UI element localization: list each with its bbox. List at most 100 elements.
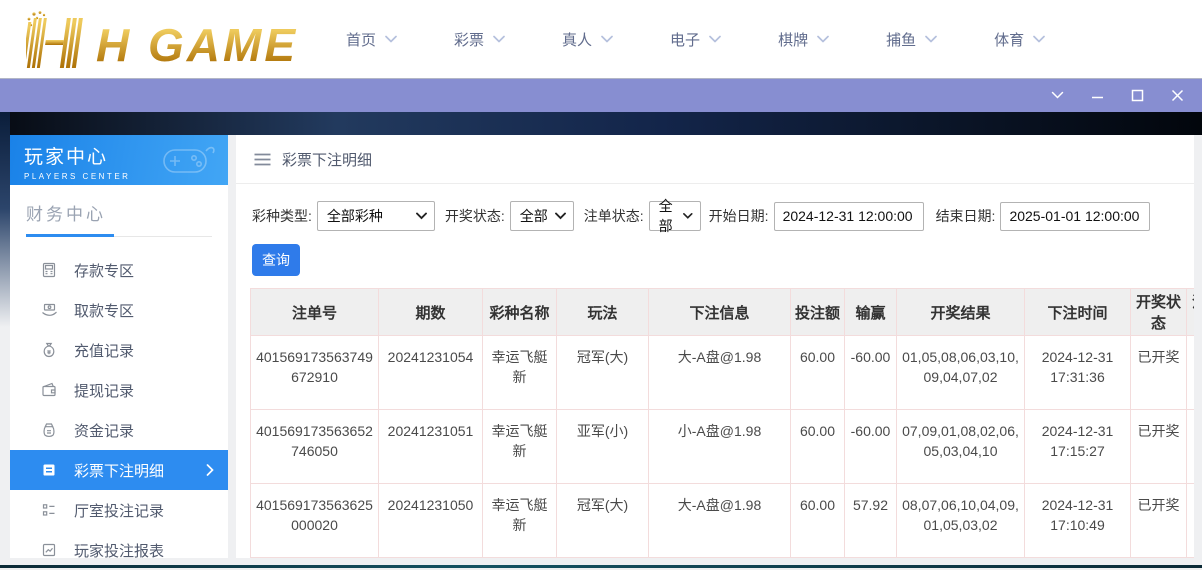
- funds-record-icon: [40, 422, 58, 438]
- withdraw-icon: [40, 302, 58, 318]
- table-row-3: 40156917356362500002020241231050幸运飞艇新冠军(…: [251, 484, 1195, 558]
- workspace: 玩家中心 PLAYERS CENTER 财务中心 存款专区取款专区充值记录提现记…: [0, 112, 1202, 568]
- chevron-down-icon: [817, 35, 829, 43]
- breadcrumb: 彩票下注明细: [236, 135, 1194, 184]
- chevron-down-icon: [709, 35, 721, 43]
- column-header-bet-amount: 投注额: [791, 289, 845, 336]
- top-header: H GAME 首页 彩票 真人 电子 棋牌 捕鱼 体育: [0, 0, 1202, 78]
- sidebar-item-3[interactable]: 充值记录: [10, 330, 228, 370]
- cell-lottery-name: 幸运飞艇新: [483, 336, 557, 410]
- sidebar-menu: 存款专区取款专区充值记录提现记录资金记录彩票下注明细厅室投注记录玩家投注报表: [10, 250, 228, 570]
- lottery-type-label: 彩种类型:: [252, 206, 312, 226]
- draw-status-value: 全部: [520, 206, 548, 226]
- brand-logo[interactable]: H GAME: [26, 10, 298, 68]
- chevron-down-icon: [683, 212, 693, 220]
- cell-win-loss: 57.92: [845, 484, 897, 558]
- titlebar-collapse-button[interactable]: [1051, 91, 1064, 100]
- nav-item-label: 彩票: [454, 29, 484, 50]
- nav-item-3[interactable]: 真人: [562, 29, 613, 50]
- sidebar-header: 玩家中心 PLAYERS CENTER: [10, 135, 228, 185]
- window-titlebar: [0, 78, 1202, 112]
- deposit-icon: [40, 262, 58, 278]
- table-body: 40156917356374967291020241231054幸运飞艇新冠军(…: [251, 336, 1195, 558]
- window-left-edge: [0, 112, 10, 327]
- column-header-bet-no: 注单号: [251, 289, 379, 336]
- bet-table: 注单号期数彩种名称玩法下注信息投注额输赢开奖结果下注时间开奖状态注单状态 401…: [250, 288, 1194, 558]
- query-button[interactable]: 查询: [252, 244, 300, 276]
- cell-bet-amount: 60.00: [791, 410, 845, 484]
- filter-bar: 彩种类型: 全部彩种 开奖状态: 全部 注单状态: 全部 开始日期: 结束日期:: [236, 184, 1194, 231]
- cell-bet-time: 2024-12-31 17:10:49: [1025, 484, 1131, 558]
- chevron-down-icon: [555, 212, 566, 220]
- cell-bet-info: 大-A盘@1.98: [649, 336, 791, 410]
- cell-bet-no: 401569173563625000020: [251, 484, 379, 558]
- start-date-input[interactable]: [774, 202, 924, 231]
- table-row-2: 40156917356365274605020241231051幸运飞艇新亚军(…: [251, 410, 1195, 484]
- lottery-type-select[interactable]: 全部彩种: [317, 201, 435, 231]
- column-header-period: 期数: [379, 289, 483, 336]
- cell-play-type: 冠军(大): [557, 484, 649, 558]
- nav-item-7[interactable]: 体育: [994, 29, 1045, 50]
- cell-period: 20241231054: [379, 336, 483, 410]
- cell-bet-time: 2024-12-31 17:15:27: [1025, 410, 1131, 484]
- sidebar-item-8[interactable]: 玩家投注报表: [10, 530, 228, 570]
- hall-bet-record-icon: [40, 502, 58, 518]
- main-nav: 首页 彩票 真人 电子 棋牌 捕鱼 体育: [346, 29, 1045, 50]
- nav-item-4[interactable]: 电子: [670, 29, 721, 50]
- table-row-1: 40156917356374967291020241231054幸运飞艇新冠军(…: [251, 336, 1195, 410]
- titlebar-maximize-button[interactable]: [1131, 89, 1144, 102]
- cell-order-status: 有效: [1187, 410, 1195, 484]
- titlebar-minimize-button[interactable]: [1091, 89, 1104, 102]
- sidebar-item-2[interactable]: 取款专区: [10, 290, 228, 330]
- nav-item-label: 棋牌: [778, 29, 808, 50]
- recharge-record-icon: [40, 342, 58, 358]
- nav-item-1[interactable]: 首页: [346, 29, 397, 50]
- hamburger-icon[interactable]: [254, 153, 271, 166]
- close-icon: [1171, 89, 1184, 102]
- cell-lottery-name: 幸运飞艇新: [483, 484, 557, 558]
- bet-table-container: 注单号期数彩种名称玩法下注信息投注额输赢开奖结果下注时间开奖状态注单状态 401…: [236, 283, 1194, 558]
- cell-play-type: 亚军(小): [557, 410, 649, 484]
- sidebar: 玩家中心 PLAYERS CENTER 财务中心 存款专区取款专区充值记录提现记…: [10, 135, 228, 558]
- column-header-win-loss: 输赢: [845, 289, 897, 336]
- cell-bet-no: 401569173563652746050: [251, 410, 379, 484]
- chevron-down-icon: [925, 35, 937, 43]
- nav-item-6[interactable]: 捕鱼: [886, 29, 937, 50]
- draw-status-select[interactable]: 全部: [510, 201, 574, 231]
- sidebar-section-title: 财务中心: [26, 200, 212, 236]
- sidebar-item-7[interactable]: 厅室投注记录: [10, 490, 228, 530]
- column-header-bet-info: 下注信息: [649, 289, 791, 336]
- nav-item-label: 电子: [670, 29, 700, 50]
- cell-period: 20241231050: [379, 484, 483, 558]
- end-date-input[interactable]: [1000, 202, 1150, 231]
- sidebar-item-6[interactable]: 彩票下注明细: [10, 450, 228, 490]
- order-status-select[interactable]: 全部: [649, 201, 701, 231]
- titlebar-close-button[interactable]: [1171, 89, 1184, 102]
- cell-bet-time: 2024-12-31 17:31:36: [1025, 336, 1131, 410]
- sidebar-item-label: 彩票下注明细: [74, 460, 164, 481]
- draw-status-label: 开奖状态:: [445, 206, 505, 226]
- sidebar-item-1[interactable]: 存款专区: [10, 250, 228, 290]
- chevron-right-icon: [206, 464, 214, 476]
- cell-bet-info: 小-A盘@1.98: [649, 410, 791, 484]
- sidebar-item-label: 取款专区: [74, 300, 134, 321]
- lottery-type-value: 全部彩种: [327, 206, 383, 226]
- sidebar-item-label: 充值记录: [74, 340, 134, 361]
- player-bet-report-icon: [40, 542, 58, 558]
- table-header-row: 注单号期数彩种名称玩法下注信息投注额输赢开奖结果下注时间开奖状态注单状态: [251, 289, 1195, 336]
- sidebar-item-5[interactable]: 资金记录: [10, 410, 228, 450]
- nav-item-5[interactable]: 棋牌: [778, 29, 829, 50]
- cell-draw-result: 08,07,06,10,04,09,01,05,03,02: [897, 484, 1025, 558]
- chevron-down-icon: [1033, 35, 1045, 43]
- order-status-value: 全部: [659, 196, 683, 236]
- sidebar-item-label: 厅室投注记录: [74, 500, 164, 521]
- nav-item-2[interactable]: 彩票: [454, 29, 505, 50]
- sidebar-item-4[interactable]: 提现记录: [10, 370, 228, 410]
- sidebar-item-label: 资金记录: [74, 420, 134, 441]
- logo-h-bars-icon: [26, 10, 92, 68]
- main-panel: 彩票下注明细 彩种类型: 全部彩种 开奖状态: 全部 注单状态: 全部 开始日期…: [236, 135, 1194, 558]
- column-header-draw-status: 开奖状态: [1131, 289, 1187, 336]
- chevron-down-icon: [416, 212, 427, 220]
- cell-draw-status: 已开奖: [1131, 410, 1187, 484]
- nav-item-label: 首页: [346, 29, 376, 50]
